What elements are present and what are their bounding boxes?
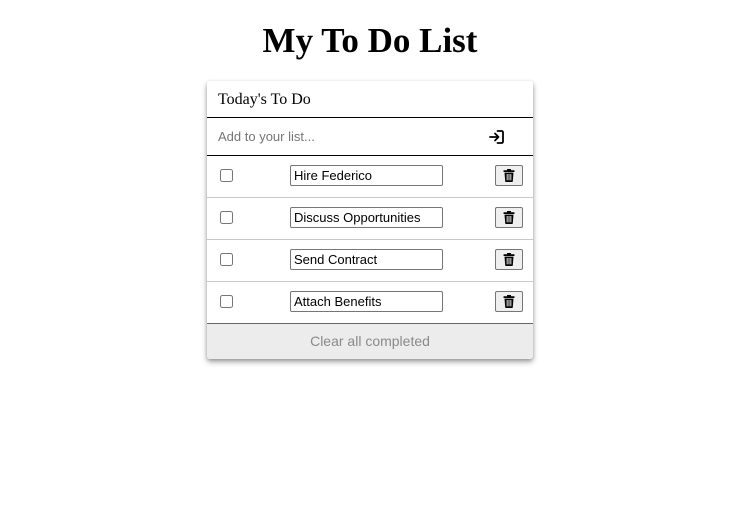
add-item-input[interactable] (207, 118, 477, 155)
sign-in-arrow-icon (488, 130, 504, 144)
card-header: Today's To Do (207, 81, 533, 118)
todo-item (207, 282, 533, 324)
delete-item-button[interactable] (495, 165, 523, 186)
page-title: My To Do List (262, 21, 478, 60)
todo-item-text-input[interactable] (290, 207, 443, 228)
todo-card: Today's To Do Clear all completed (207, 81, 533, 359)
trash-icon (503, 169, 515, 182)
delete-item-button[interactable] (495, 207, 523, 228)
todo-item-text-input[interactable] (290, 165, 443, 186)
card-header-title: Today's To Do (218, 91, 311, 108)
add-item-row (207, 118, 533, 156)
todo-item-checkbox[interactable] (220, 253, 233, 266)
trash-icon (503, 295, 515, 308)
trash-icon (503, 253, 515, 266)
todo-item-checkbox[interactable] (220, 169, 233, 182)
delete-item-button[interactable] (495, 249, 523, 270)
todo-item (207, 240, 533, 282)
add-item-button[interactable] (483, 127, 509, 147)
todo-item-text-input[interactable] (290, 249, 443, 270)
todo-item-checkbox[interactable] (220, 295, 233, 308)
trash-icon (503, 211, 515, 224)
clear-completed-button[interactable]: Clear all completed (207, 324, 533, 359)
todo-item-checkbox[interactable] (220, 211, 233, 224)
todo-item (207, 198, 533, 240)
delete-item-button[interactable] (495, 291, 523, 312)
todo-item-text-input[interactable] (290, 291, 443, 312)
todo-item (207, 156, 533, 198)
